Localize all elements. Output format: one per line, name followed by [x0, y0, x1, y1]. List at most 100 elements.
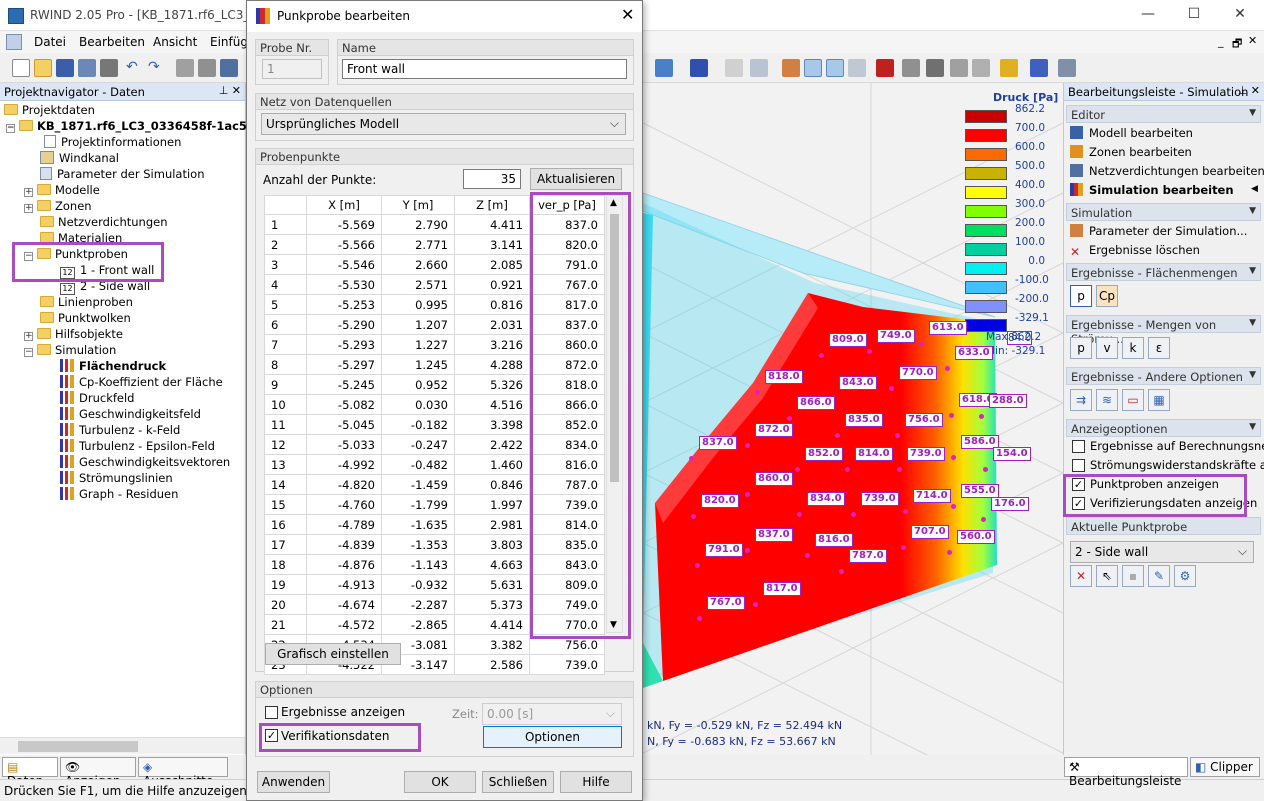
section-icon[interactable] [972, 59, 990, 77]
probe-point[interactable] [753, 602, 758, 607]
wire-icon[interactable] [950, 59, 968, 77]
tree-item-geschwindigkeitsfeld[interactable]: Geschwindigkeitsfeld [60, 406, 201, 422]
save-icon[interactable] [56, 59, 74, 77]
row-index-cell[interactable]: 15 [264, 494, 307, 515]
x-cell[interactable]: -4.674 [306, 594, 382, 615]
item-modell-bearbeiten[interactable]: Modell bearbeiten [1070, 124, 1193, 142]
probe-point[interactable] [947, 550, 952, 555]
z-cell[interactable]: 2.981 [454, 514, 530, 535]
x-cell[interactable]: -5.546 [306, 254, 382, 275]
x-cell[interactable]: -5.253 [306, 294, 382, 315]
y-cell[interactable]: 1.227 [381, 334, 455, 355]
z-cell[interactable]: 4.663 [454, 554, 530, 575]
probe-label[interactable]: 288.0 [989, 394, 1027, 408]
probe-point[interactable] [845, 467, 850, 472]
probe-label[interactable]: 560.0 [957, 530, 995, 544]
y-cell[interactable]: 2.571 [381, 274, 455, 295]
row-index-cell[interactable]: 9 [264, 374, 307, 395]
dialog-close-icon[interactable]: ✕ [621, 5, 634, 24]
z-cell[interactable]: 2.085 [454, 254, 530, 275]
probe-label[interactable]: 555.0 [961, 484, 999, 498]
y-cell[interactable]: -1.799 [381, 494, 455, 515]
x-cell[interactable]: -5.297 [306, 354, 382, 375]
z-cell[interactable]: 2.422 [454, 434, 530, 455]
probe-point[interactable] [919, 341, 924, 346]
checkbox-stroemungswiderstand[interactable] [1072, 459, 1085, 472]
probe-icon[interactable] [782, 59, 800, 77]
z-cell[interactable]: 4.516 [454, 394, 530, 415]
tree-item-parameter[interactable]: Parameter der Simulation [40, 166, 205, 182]
section-aktuelle-punktprobe[interactable]: Aktuelle Punktprobe [1066, 517, 1261, 535]
probe-point[interactable] [903, 509, 908, 514]
tree-item-hilfsobjekte[interactable]: + Hilfsobjekte [24, 326, 123, 342]
streamlines-button[interactable]: ≋ [1096, 389, 1118, 411]
z-cell[interactable]: 1.460 [454, 454, 530, 475]
x-cell[interactable]: -4.572 [306, 614, 382, 635]
probe-point[interactable] [745, 548, 750, 553]
settings-probe-button[interactable]: ⚙ [1174, 565, 1196, 587]
probe-point[interactable] [689, 456, 694, 461]
annotate-icon[interactable] [1000, 59, 1018, 77]
move-icon[interactable] [725, 59, 743, 77]
x-cell[interactable]: -4.876 [306, 554, 382, 575]
edit-probe-button[interactable]: ✎ [1148, 565, 1170, 587]
section-editor[interactable]: Editor ▼ [1066, 105, 1261, 123]
probe-point[interactable] [819, 353, 824, 358]
current-probe-select[interactable]: 2 - Side wall ⌵ [1070, 541, 1254, 563]
expand-icon[interactable]: + [24, 332, 33, 341]
probe-label[interactable]: 787.0 [849, 549, 887, 563]
probe-label[interactable]: 770.0 [899, 366, 937, 380]
measure-icon[interactable] [1030, 59, 1048, 77]
probe-point[interactable] [835, 433, 840, 438]
probe-point[interactable] [755, 390, 760, 395]
row-index-cell[interactable]: 14 [264, 474, 307, 495]
tree-item-modelle[interactable]: + Modelle [24, 182, 100, 198]
probe-point[interactable] [695, 563, 700, 568]
z-cell[interactable]: 0.921 [454, 274, 530, 295]
anwenden-button[interactable]: Anwenden [257, 771, 330, 793]
probe-label[interactable]: 816.0 [815, 533, 853, 547]
z-cell[interactable]: 5.326 [454, 374, 530, 395]
y-cell[interactable]: -1.459 [381, 474, 455, 495]
tree-item-geschwindigkeitsvektoren[interactable]: Geschwindigkeitsvektoren [60, 454, 230, 470]
x-cell[interactable]: -5.045 [306, 414, 382, 435]
z-cell[interactable]: 4.414 [454, 614, 530, 635]
probe-point[interactable] [839, 569, 844, 574]
item-parameter-simulation[interactable]: Parameter der Simulation... [1070, 222, 1247, 240]
expand-icon[interactable]: + [24, 204, 33, 213]
probe-label[interactable]: 837.0 [699, 436, 737, 450]
ver-p-cell[interactable]: 739.0 [529, 654, 605, 675]
box-view-icon[interactable] [655, 59, 673, 77]
grafisch-einstellen-button[interactable]: Grafisch einstellen [265, 643, 401, 665]
probe-label[interactable]: 767.0 [707, 596, 745, 610]
y-cell[interactable]: 0.030 [381, 394, 455, 415]
x-cell[interactable]: -4.992 [306, 454, 382, 475]
mdi-minimize[interactable]: _ [1218, 35, 1224, 48]
x-cell[interactable]: -5.530 [306, 274, 382, 295]
menu-ansicht[interactable]: Ansicht [153, 35, 197, 49]
tree-item-turbulenz-k[interactable]: Turbulenz - k-Feld [60, 422, 180, 438]
collapse-icon[interactable]: ▼ [1249, 370, 1256, 380]
tree-item-projektinformationen[interactable]: Projektinformationen [44, 134, 181, 150]
probe-label[interactable]: 613.0 [929, 321, 967, 335]
x-cell[interactable]: -5.569 [306, 214, 382, 235]
item-netzverdichtungen-bearbeiten[interactable]: Netzverdichtungen bearbeiten [1070, 162, 1264, 180]
z-cell[interactable]: 2.586 [454, 654, 530, 675]
section-anzeigeoptionen[interactable]: Anzeigeoptionen ▼ [1066, 419, 1261, 437]
x-cell[interactable]: -5.082 [306, 394, 382, 415]
z-cell[interactable]: 3.398 [454, 414, 530, 435]
row-index-cell[interactable]: 4 [264, 274, 307, 295]
collapse-icon[interactable]: ▼ [1249, 422, 1256, 432]
row-index-cell[interactable]: 18 [264, 554, 307, 575]
y-cell[interactable]: -1.353 [381, 534, 455, 555]
checkbox-ergebnisse-netz[interactable] [1072, 440, 1085, 453]
plane-icon[interactable] [902, 59, 920, 77]
close-button[interactable]: ✕ [1230, 6, 1250, 24]
doc-menu-icon[interactable] [6, 34, 22, 50]
probe-point[interactable] [851, 512, 856, 517]
row-index-cell[interactable]: 3 [264, 254, 307, 275]
tree-item-druckfeld[interactable]: Druckfeld [60, 390, 134, 406]
tree-project[interactable]: − KB_1871.rf6_LC3_0336458f-1ac5-4c [6, 118, 267, 134]
y-cell[interactable]: 2.790 [381, 214, 455, 235]
x-cell[interactable]: -5.245 [306, 374, 382, 395]
